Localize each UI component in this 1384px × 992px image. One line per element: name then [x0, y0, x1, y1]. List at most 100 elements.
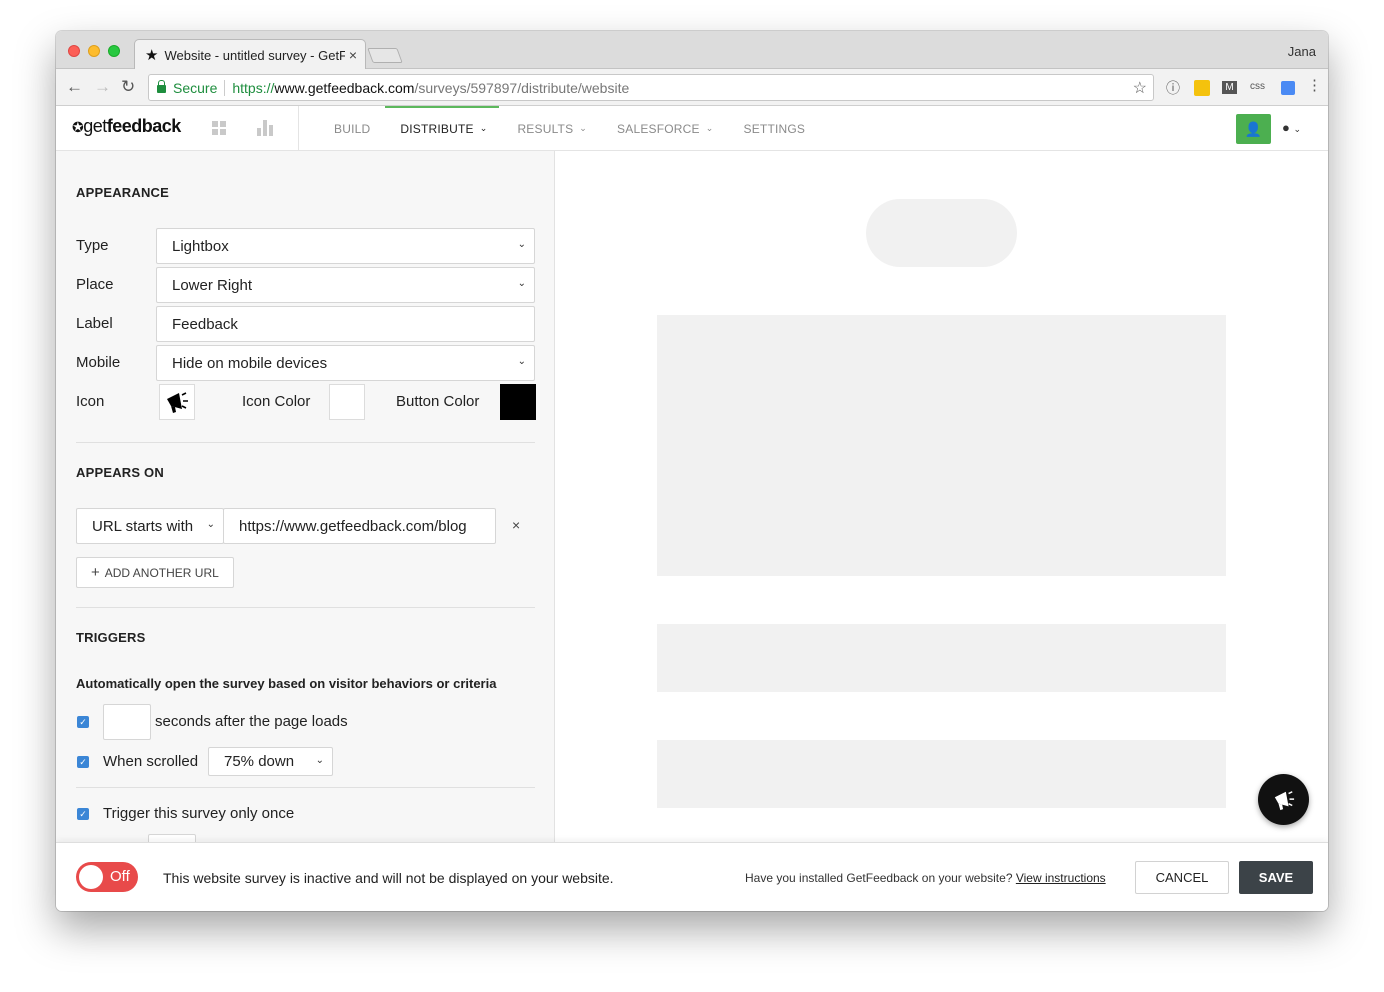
maximize-window-button[interactable]: [108, 45, 120, 57]
url-match-value: URL starts with: [92, 517, 194, 535]
surveys-grid-icon[interactable]: [212, 121, 227, 136]
mobile-select[interactable]: Hide on mobile devices ⌄: [156, 345, 535, 381]
appearance-heading: APPEARANCE: [76, 185, 170, 200]
css-extension-icon[interactable]: css: [1250, 81, 1265, 92]
nav-settings[interactable]: SETTINGS: [744, 106, 806, 151]
chevron-down-icon: ⌄: [517, 239, 526, 250]
chevron-down-icon: ⌄: [705, 123, 714, 133]
getfeedback-logo[interactable]: ✪getfeedback: [72, 116, 181, 137]
cancel-button[interactable]: CANCEL: [1135, 861, 1229, 894]
toggle-label: Off: [110, 868, 130, 885]
favicon-star-icon: ★: [145, 47, 159, 64]
url-input[interactable]: https://www.getfeedback.com/blog: [223, 508, 496, 544]
scroll-depth-value: 75% down: [224, 753, 295, 770]
nav-distribute-label: DISTRIBUTE: [400, 121, 474, 136]
label-label: Label: [76, 315, 113, 332]
nav-results[interactable]: RESULTS ⌄: [517, 106, 587, 151]
install-prompt: Have you installed GetFeedback on your w…: [745, 871, 1106, 885]
scroll-depth-select[interactable]: 75% down ⌄: [208, 747, 333, 776]
seconds-checkbox[interactable]: ✓: [77, 716, 89, 728]
address-bar[interactable]: Secure https://www.getfeedback.com/surve…: [148, 74, 1154, 101]
status-message: This website survey is inactive and will…: [163, 870, 614, 886]
mail-extension-icon[interactable]: M: [1222, 81, 1237, 94]
install-question: Have you installed GetFeedback on your w…: [745, 871, 1013, 885]
trigger-once-checkbox[interactable]: ✓: [77, 808, 89, 820]
browser-tab[interactable]: ★ Website - untitled survey - GetFeedbac…: [134, 39, 366, 70]
url-host: www.getfeedback.com: [274, 79, 415, 96]
analytics-bar-icon[interactable]: [257, 120, 273, 136]
icon-picker[interactable]: [159, 384, 195, 420]
footer-bar: Off This website survey is inactive and …: [56, 842, 1328, 911]
user-icon: ●: [1282, 120, 1290, 135]
url-input-value: https://www.getfeedback.com/blog: [239, 517, 467, 535]
type-select-value: Lightbox: [172, 237, 229, 255]
forward-arrow-icon[interactable]: →: [94, 77, 111, 97]
type-label: Type: [76, 237, 109, 254]
browser-menu-icon[interactable]: ⋮: [1307, 76, 1322, 94]
icon-label: Icon: [76, 393, 105, 410]
chevron-down-icon: ⌄: [1293, 124, 1302, 134]
preview-area: [556, 151, 1328, 842]
plus-icon: +: [91, 564, 100, 581]
label-input-value: Feedback: [172, 315, 238, 333]
preview-placeholder-block: [657, 740, 1226, 808]
view-instructions-link[interactable]: View instructions: [1016, 871, 1106, 885]
address-separator: [224, 79, 226, 96]
section-divider: [76, 442, 535, 443]
url-match-select[interactable]: URL starts with ⌄: [76, 508, 224, 544]
tab-title: Website - untitled survey - GetFeedback: [164, 47, 345, 63]
chevron-down-icon: ⌄: [315, 755, 324, 766]
place-label: Place: [76, 276, 114, 293]
chevron-down-icon: ⌄: [579, 123, 588, 133]
sticky-extension-icon[interactable]: [1194, 80, 1210, 96]
minimize-window-button[interactable]: [88, 45, 100, 57]
nav-salesforce[interactable]: SALESFORCE ⌄: [617, 106, 713, 151]
mobile-select-value: Hide on mobile devices: [172, 354, 328, 372]
partial-input[interactable]: [148, 834, 196, 842]
nav-build[interactable]: BUILD: [334, 106, 370, 151]
browser-window: ★ Website - untitled survey - GetFeedbac…: [56, 31, 1328, 911]
icon-color-swatch[interactable]: [329, 384, 365, 420]
logo-text-bold: feedback: [106, 116, 182, 136]
bookmark-star-icon[interactable]: ☆: [1133, 78, 1147, 98]
nav-distribute[interactable]: DISTRIBUTE ⌄: [385, 106, 500, 151]
place-select[interactable]: Lower Right ⌄: [156, 267, 535, 303]
save-button[interactable]: SAVE: [1239, 861, 1313, 894]
megaphone-icon: [167, 392, 188, 413]
icon-color-label: Icon Color: [242, 393, 311, 410]
tab-close-icon[interactable]: ×: [349, 47, 357, 63]
url-path: /surveys/597897/distribute/website: [414, 79, 630, 96]
add-collaborator-button[interactable]: 👤: [1236, 114, 1271, 144]
lock-icon: [157, 80, 166, 93]
nav-results-label: RESULTS: [517, 121, 574, 136]
new-tab-button[interactable]: [367, 48, 403, 63]
feedback-launcher-button[interactable]: [1258, 774, 1309, 825]
account-menu[interactable]: ● ⌄: [1282, 120, 1301, 135]
add-another-url-button[interactable]: + ADD ANOTHER URL: [76, 557, 234, 588]
reload-icon[interactable]: ↻: [121, 77, 135, 97]
nav-salesforce-label: SALESFORCE: [617, 121, 700, 136]
browser-profile-name[interactable]: Jana: [1288, 44, 1316, 59]
chevron-down-icon: ⌄: [479, 123, 488, 133]
logo-text-light: get: [83, 116, 107, 136]
onepassword-extension-icon[interactable]: ⓘ: [1166, 78, 1180, 98]
secure-label: Secure: [173, 79, 218, 96]
seconds-input[interactable]: [103, 704, 151, 740]
button-color-swatch[interactable]: [500, 384, 536, 420]
back-arrow-icon[interactable]: ←: [66, 77, 83, 97]
mobile-label: Mobile: [76, 354, 121, 371]
settings-panel: APPEARANCE Type Lightbox ⌄ Place Lower R…: [56, 151, 555, 842]
preview-placeholder-hero: [657, 315, 1226, 576]
type-select[interactable]: Lightbox ⌄: [156, 228, 535, 264]
chevron-down-icon: ⌄: [517, 278, 526, 289]
chevron-down-icon: ⌄: [206, 519, 215, 530]
remove-url-icon[interactable]: ×: [512, 517, 520, 533]
close-window-button[interactable]: [68, 45, 80, 57]
active-toggle[interactable]: Off: [76, 862, 138, 892]
scrolled-checkbox[interactable]: ✓: [77, 756, 89, 768]
eyedropper-extension-icon[interactable]: [1281, 81, 1295, 95]
label-input[interactable]: Feedback: [156, 306, 535, 342]
chevron-down-icon: ⌄: [517, 356, 526, 367]
scrolled-label: When scrolled: [103, 753, 199, 770]
app-header: ✪getfeedback BUILD DISTRIBUTE ⌄ RESULTS ⌄ …: [56, 106, 1328, 151]
